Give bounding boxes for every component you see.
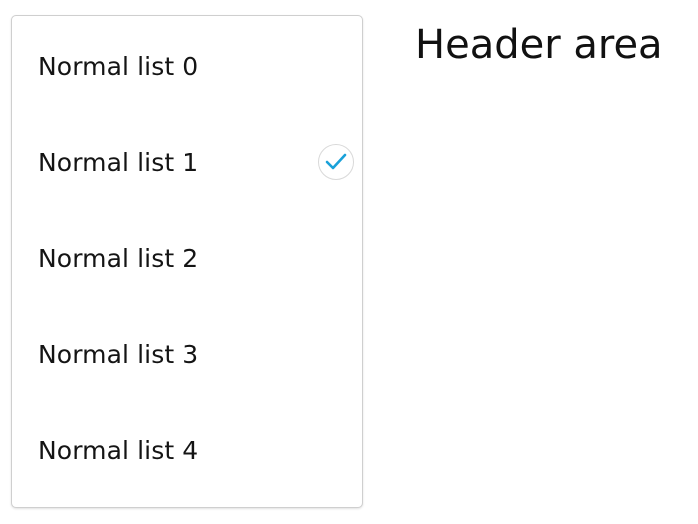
list-item-label: Normal list 4 xyxy=(38,435,199,465)
checkmark-icon xyxy=(325,153,347,170)
checkbox-checked[interactable] xyxy=(318,144,354,180)
list-item-label: Normal list 3 xyxy=(38,339,199,369)
list-item-4[interactable]: Normal list 4 xyxy=(12,402,362,498)
list-item-label: Normal list 0 xyxy=(38,51,199,81)
list-item-0[interactable]: Normal list 0 xyxy=(12,18,362,114)
list-item-label: Normal list 1 xyxy=(38,147,199,177)
list-item-label: Normal list 2 xyxy=(38,243,199,273)
header-area-title: Header area xyxy=(415,22,663,68)
list-item-1[interactable]: Normal list 1 xyxy=(12,114,362,210)
list-item-3[interactable]: Normal list 3 xyxy=(12,306,362,402)
list-panel: Normal list 0 Normal list 1 Normal list … xyxy=(11,15,363,508)
page: Normal list 0 Normal list 1 Normal list … xyxy=(0,0,698,524)
list-item-2[interactable]: Normal list 2 xyxy=(12,210,362,306)
